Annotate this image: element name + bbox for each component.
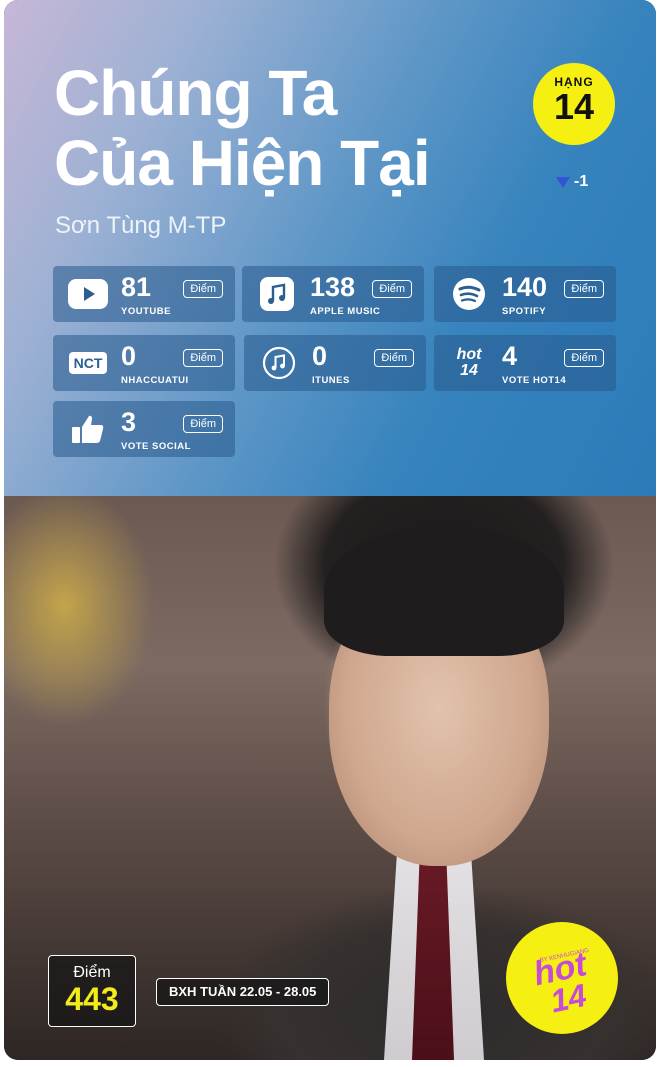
points-unit-pill: Điểm bbox=[183, 280, 223, 298]
platform-tile-spotify: 140 SPOTIFY Điểm bbox=[434, 266, 616, 322]
artist-name: Sơn Tùng M-TP bbox=[55, 212, 227, 239]
platform-tile-itunes: 0 ITUNES Điểm bbox=[244, 335, 426, 391]
hot14-icon: hot 14 bbox=[446, 345, 492, 381]
spotify-icon bbox=[446, 276, 492, 312]
platform-tile-vote-social: 3 VOTE SOCIAL Điểm bbox=[53, 401, 235, 457]
down-triangle-icon bbox=[556, 176, 570, 188]
platform-score: 0 bbox=[312, 341, 328, 371]
total-score-value: 443 bbox=[65, 981, 119, 1017]
thumbs-up-icon bbox=[65, 411, 111, 447]
platform-tile-nhaccuatui: NCT 0 NHACCUATUI Điểm bbox=[53, 335, 235, 391]
logo-number: 14 bbox=[547, 977, 589, 1020]
platform-score: 140 bbox=[502, 272, 548, 302]
platform-name: NHACCUATUI bbox=[121, 375, 189, 386]
song-title-line-1: Chúng Ta bbox=[54, 57, 337, 129]
platform-tile-youtube: 81 YOUTUBE Điểm bbox=[53, 266, 235, 322]
hot14-logo: hot 14 BY KENHUGIANG bbox=[506, 922, 618, 1034]
platform-score: 81 bbox=[121, 272, 152, 302]
rank-change: -1 bbox=[556, 173, 588, 191]
platform-score: 138 bbox=[310, 272, 356, 302]
total-score-box: Điểm 443 bbox=[48, 955, 136, 1027]
points-unit-pill: Điểm bbox=[372, 280, 412, 298]
points-unit-pill: Điểm bbox=[564, 349, 604, 367]
apple-music-icon bbox=[254, 276, 300, 312]
youtube-icon bbox=[65, 276, 111, 312]
points-unit-pill: Điểm bbox=[183, 349, 223, 367]
platform-name: SPOTIFY bbox=[502, 306, 547, 317]
nhaccuatui-logo-text: NCT bbox=[68, 352, 108, 374]
photo-hair bbox=[324, 526, 564, 656]
header-panel: Chúng Ta Của Hiện Tại Sơn Tùng M-TP HẠNG… bbox=[4, 0, 656, 496]
total-score-label: Điểm bbox=[73, 964, 111, 981]
chart-card: Chúng Ta Của Hiện Tại Sơn Tùng M-TP HẠNG… bbox=[4, 0, 656, 1060]
platform-name: VOTE HOT14 bbox=[502, 375, 567, 386]
points-unit-pill: Điểm bbox=[374, 349, 414, 367]
rank-change-value: -1 bbox=[574, 173, 589, 190]
platform-name: ITUNES bbox=[312, 375, 350, 386]
points-unit-pill: Điểm bbox=[564, 280, 604, 298]
hot14-logo-text: hot 14 bbox=[456, 346, 482, 379]
platform-tile-hot14: hot 14 4 VOTE HOT14 Điểm bbox=[434, 335, 616, 391]
platform-name: APPLE MUSIC bbox=[310, 306, 381, 317]
platform-score: 4 bbox=[502, 341, 518, 371]
song-title: Chúng Ta Của Hiện Tại bbox=[54, 57, 431, 199]
song-title-line-2: Của Hiện Tại bbox=[54, 127, 431, 199]
platform-score: 0 bbox=[121, 341, 137, 371]
platform-name: YOUTUBE bbox=[121, 306, 171, 317]
platform-score: 3 bbox=[121, 407, 137, 437]
points-unit-pill: Điểm bbox=[183, 415, 223, 433]
itunes-icon bbox=[256, 345, 302, 381]
platform-name: VOTE SOCIAL bbox=[121, 441, 191, 452]
rank-value: 14 bbox=[553, 86, 595, 127]
week-range-badge: BXH TUẦN 22.05 - 28.05 bbox=[156, 978, 330, 1006]
nhaccuatui-icon: NCT bbox=[65, 345, 111, 381]
platform-tile-apple-music: 138 APPLE MUSIC Điểm bbox=[242, 266, 424, 322]
rank-badge: HẠNG 14 bbox=[533, 63, 615, 145]
